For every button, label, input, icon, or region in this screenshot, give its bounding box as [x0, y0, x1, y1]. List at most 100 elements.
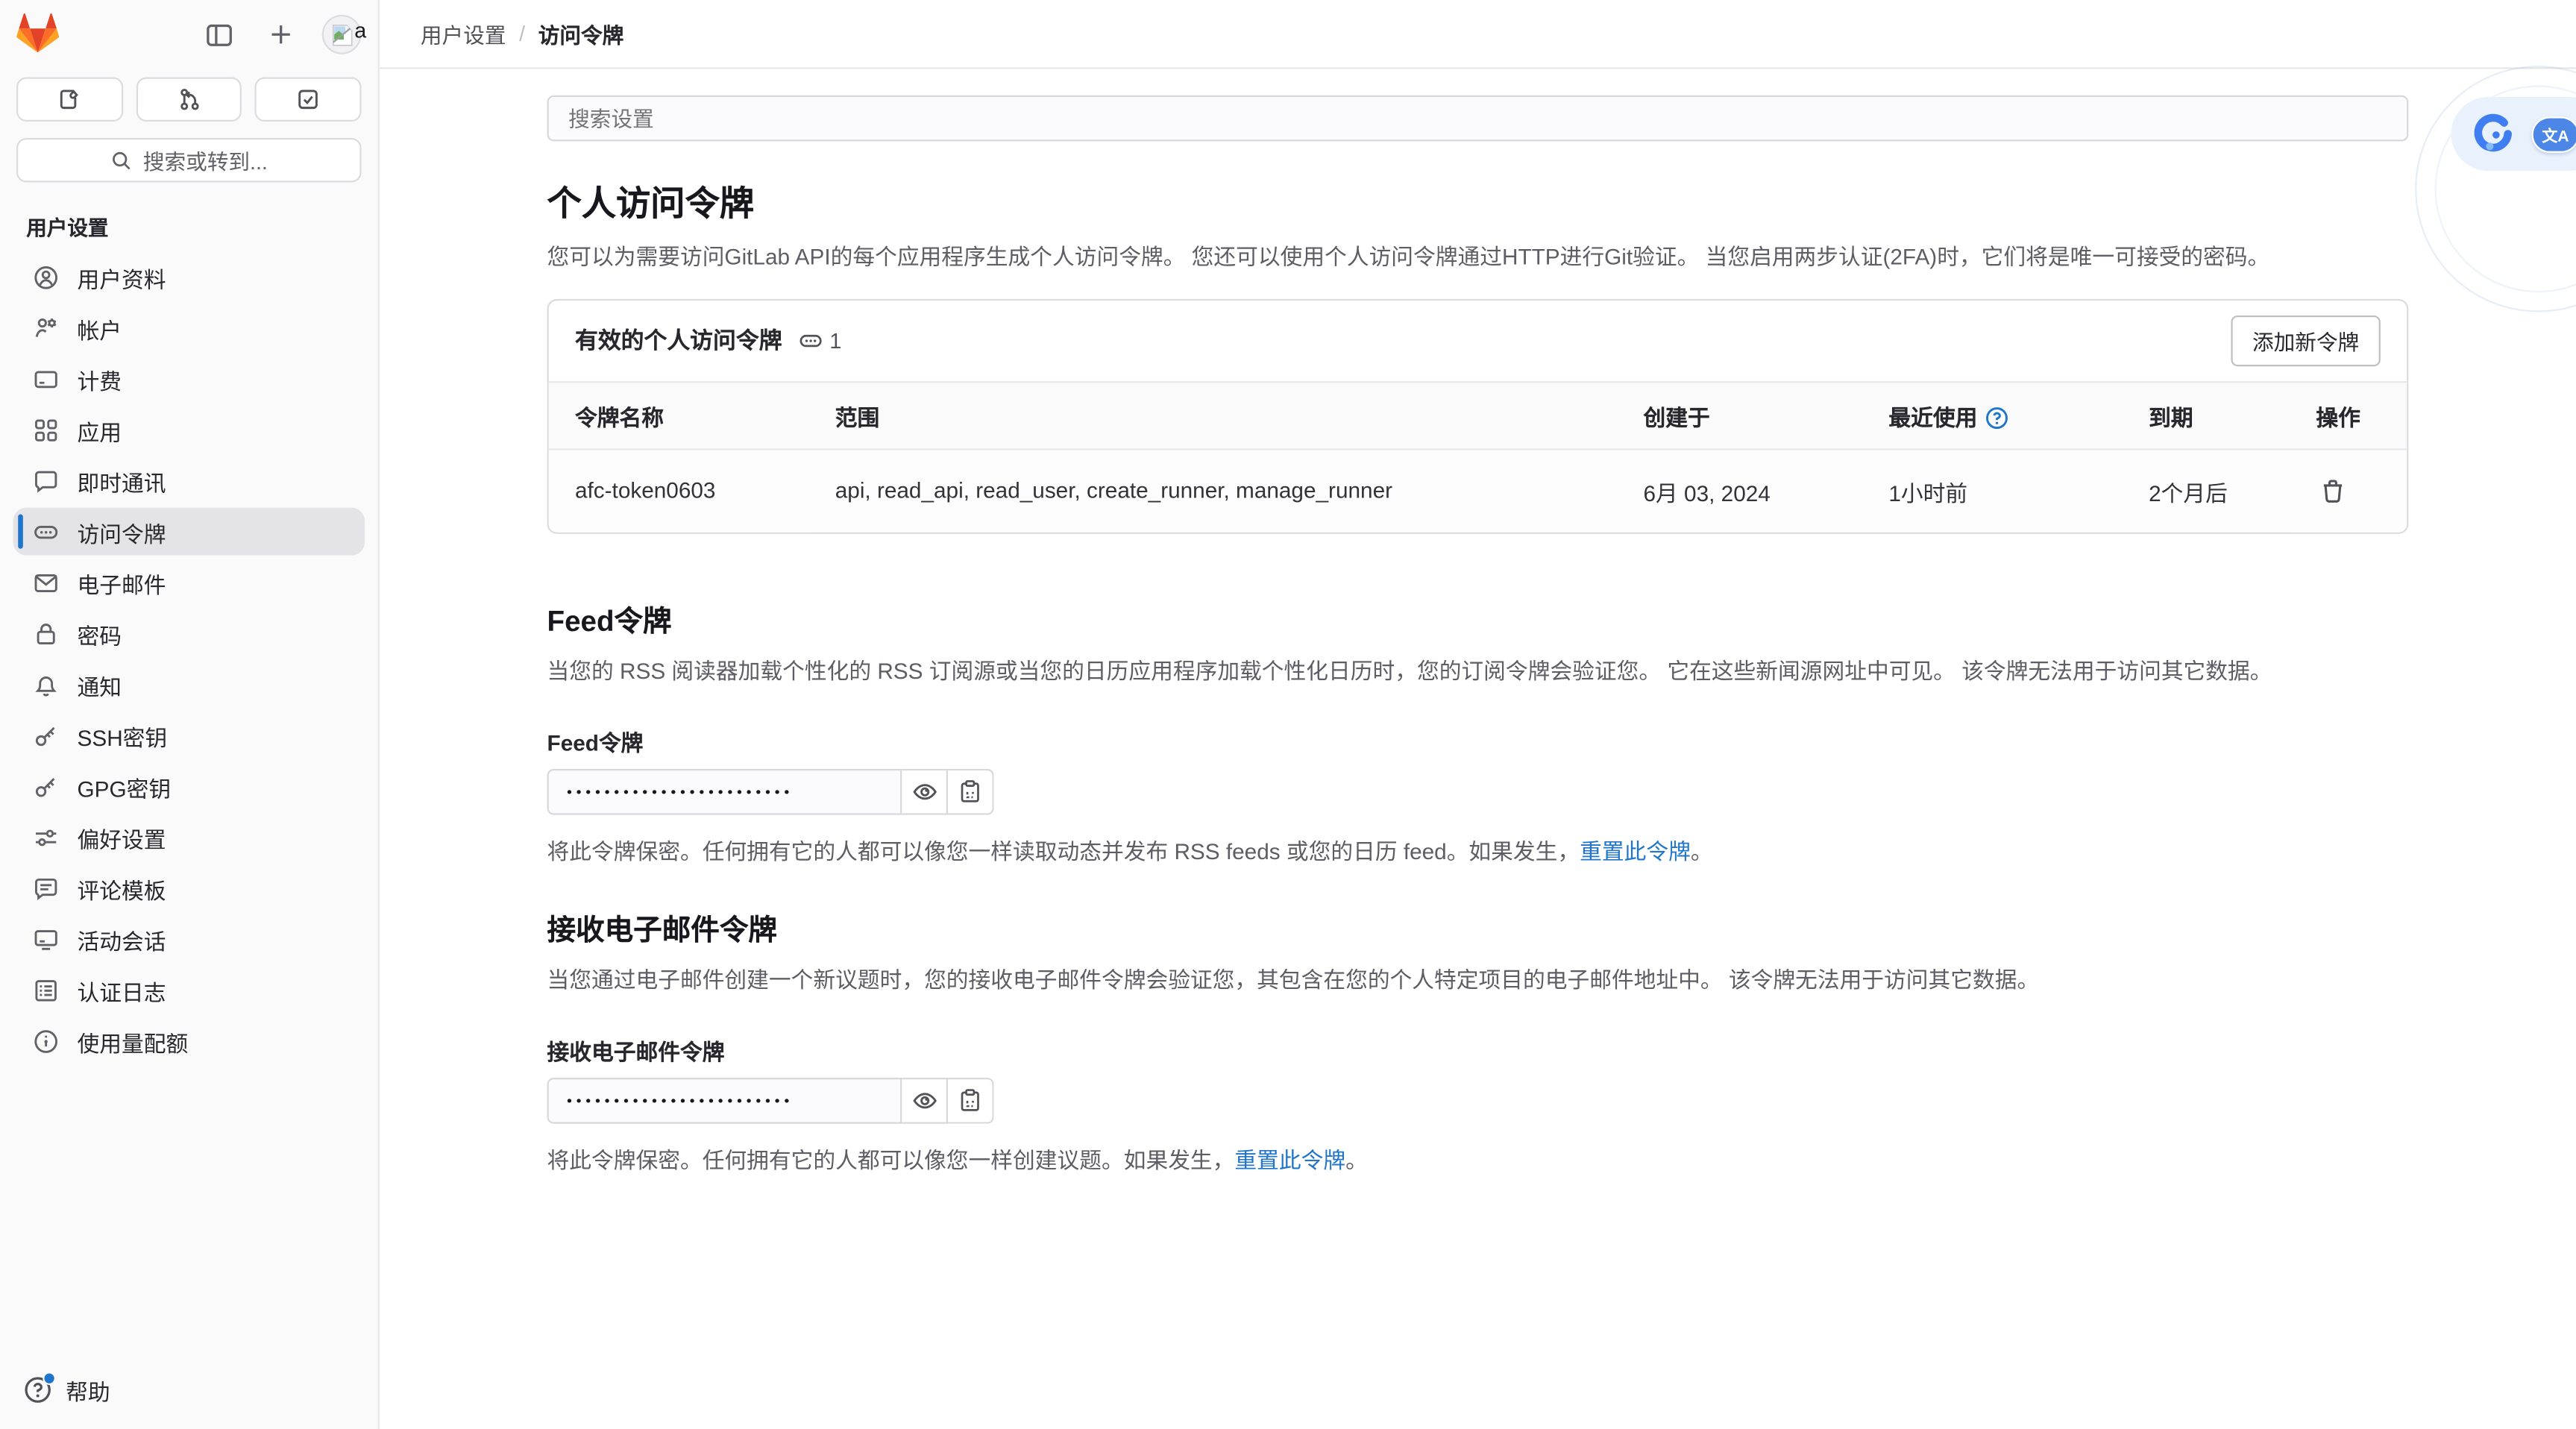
- key-icon: [33, 773, 59, 799]
- sidebar-item-label: SSH密钥: [78, 719, 168, 752]
- sidebar-item-label: 通知: [78, 668, 122, 700]
- broken-image-icon: [330, 22, 354, 47]
- help-button[interactable]: 帮助: [0, 1354, 378, 1429]
- sidebar-item-label: 电子邮件: [78, 566, 166, 599]
- sidebar-item-label: 应用: [78, 413, 122, 446]
- email-token-reveal-button[interactable]: [902, 1078, 948, 1124]
- sidebar-item-profile[interactable]: 用户资料: [13, 253, 365, 301]
- help-question-icon: [23, 1375, 53, 1405]
- feed-token-copy-button[interactable]: [948, 769, 994, 815]
- email-token-field-label: 接收电子邮件令牌: [547, 1033, 2409, 1066]
- sidebar-item-access-tokens[interactable]: 访问令牌: [13, 508, 365, 556]
- token-actions-cell: [2290, 450, 2407, 532]
- email-token-masked-input[interactable]: ••••••••••••••••••••••••: [547, 1078, 902, 1124]
- card-title: 有效的个人访问令牌: [575, 324, 782, 357]
- lock-icon: [33, 621, 59, 647]
- chat-bubble-icon: [33, 468, 59, 494]
- add-new-token-button[interactable]: 添加新令牌: [2231, 315, 2380, 366]
- sidebar-item-password[interactable]: 密码: [13, 609, 365, 657]
- col-created: 创建于: [1617, 381, 1862, 450]
- col-scopes: 范围: [809, 381, 1618, 450]
- token-pill-icon: [33, 518, 59, 544]
- global-search-input[interactable]: 搜索或转到...: [16, 138, 362, 182]
- gauge-icon: [33, 1028, 59, 1054]
- clipboard-copy-icon: [958, 1088, 982, 1113]
- sidebar-item-label: 使用量配额: [78, 1024, 189, 1057]
- sidebar-item-ssh-keys[interactable]: SSH密钥: [13, 712, 365, 759]
- sidebar-item-applications[interactable]: 应用: [13, 406, 365, 453]
- new-menu-plus-icon[interactable]: [260, 13, 302, 56]
- app-viewport: a 搜索或转到... 用户设置 用户资料: [0, 0, 2576, 1429]
- comment-lines-icon: [33, 875, 59, 901]
- feed-token-title: Feed令牌: [547, 600, 2409, 641]
- sidebar-item-account[interactable]: 帐户: [13, 304, 365, 352]
- sidebar-item-usage-quotas[interactable]: 使用量配额: [13, 1017, 365, 1065]
- sidebar-item-emails[interactable]: 电子邮件: [13, 559, 365, 606]
- account-gear-icon: [33, 315, 59, 341]
- sidebar-item-preferences[interactable]: 偏好设置: [13, 813, 365, 861]
- last-used-help-icon[interactable]: [1984, 406, 2008, 430]
- monitor-icon: [33, 926, 59, 952]
- email-token-copy-button[interactable]: [948, 1078, 994, 1124]
- merge-request-icon: [177, 87, 201, 112]
- email-token-note: 将此令牌保密。任何拥有它的人都可以像您一样创建议题。如果发生，重置此令牌。: [547, 1141, 2409, 1174]
- token-count-badge: 1: [799, 328, 842, 353]
- credit-card-icon: [33, 365, 59, 392]
- token-name-cell: afc-token0603: [549, 450, 809, 532]
- tokens-table: 令牌名称 范围 创建于 最近使用 到期 操作 afc-token0603 api…: [549, 381, 2407, 533]
- feed-token-reveal-button[interactable]: [902, 769, 948, 815]
- feed-token-input-group: ••••••••••••••••••••••••: [547, 769, 2409, 815]
- gitlab-logo-icon[interactable]: [16, 13, 59, 56]
- envelope-icon: [33, 569, 59, 595]
- breadcrumb-separator: /: [519, 22, 525, 46]
- main-area: 用户设置 / 访问令牌 个人访问令牌 您可以为需要访问GitLab API的每个…: [380, 0, 2576, 1429]
- sidebar-item-label: 评论模板: [78, 872, 166, 905]
- sidebar-item-auth-log[interactable]: 认证日志: [13, 966, 365, 1014]
- settings-search-input[interactable]: [547, 95, 2409, 142]
- bell-icon: [33, 671, 59, 697]
- eye-icon: [911, 1087, 937, 1114]
- breadcrumb: 用户设置 / 访问令牌: [380, 0, 2576, 69]
- merge-requests-shortcut-button[interactable]: [136, 78, 242, 122]
- extension-logo-icon[interactable]: [2472, 113, 2513, 154]
- sidebar-item-comment-templates[interactable]: 评论模板: [13, 864, 365, 912]
- issues-shortcut-button[interactable]: [16, 78, 122, 122]
- sidebar-item-label: 认证日志: [78, 973, 166, 1006]
- sidebar: a 搜索或转到... 用户设置 用户资料: [0, 0, 380, 1429]
- translate-extension-widget[interactable]: 文A: [2451, 97, 2576, 171]
- sidebar-item-chat[interactable]: 即时通讯: [13, 456, 365, 504]
- sidebar-nav: 用户资料 帐户 计费 应用 即时通讯 访问令牌: [0, 250, 378, 1354]
- sidebar-item-label: 活动会话: [78, 923, 166, 955]
- sidebar-item-label: GPG密钥: [78, 770, 172, 803]
- feed-token-reset-link[interactable]: 重置此令牌: [1580, 839, 1691, 864]
- translate-icon[interactable]: 文A: [2532, 116, 2576, 151]
- col-expires: 到期: [2123, 381, 2290, 450]
- col-token-name: 令牌名称: [549, 381, 809, 450]
- avatar-alt-text: a: [354, 18, 366, 43]
- todo-shortcut-button[interactable]: [255, 78, 361, 122]
- token-created-cell: 6月 03, 2024: [1617, 450, 1862, 532]
- breadcrumb-section[interactable]: 用户设置: [421, 18, 506, 49]
- feed-token-masked-input[interactable]: ••••••••••••••••••••••••: [547, 769, 902, 815]
- sidebar-item-label: 密码: [78, 617, 122, 650]
- feed-token-field-label: Feed令牌: [547, 724, 2409, 757]
- avatar[interactable]: a: [322, 15, 362, 54]
- revoke-token-button[interactable]: [2316, 474, 2349, 507]
- email-token-description: 当您通过电子邮件创建一个新议题时，您的接收电子邮件令牌会验证您，其包含在您的个人…: [547, 964, 2409, 999]
- sliders-icon: [33, 824, 59, 850]
- token-last-used-cell: 1小时前: [1862, 450, 2123, 532]
- search-icon: [110, 148, 133, 172]
- sidebar-item-notifications[interactable]: 通知: [13, 661, 365, 709]
- key-icon: [33, 722, 59, 748]
- sidebar-item-label: 计费: [78, 362, 122, 395]
- issues-icon: [57, 87, 82, 112]
- sidebar-item-billing[interactable]: 计费: [13, 355, 365, 403]
- sidebar-item-gpg-keys[interactable]: GPG密钥: [13, 762, 365, 810]
- col-actions: 操作: [2290, 381, 2407, 450]
- email-token-reset-link[interactable]: 重置此令牌: [1234, 1148, 1345, 1172]
- sidebar-item-active-sessions[interactable]: 活动会话: [13, 915, 365, 963]
- trash-icon: [2319, 478, 2346, 504]
- clipboard-copy-icon: [958, 779, 982, 804]
- sidebar-toggle-icon[interactable]: [197, 13, 239, 56]
- sidebar-shortcuts: [0, 69, 378, 122]
